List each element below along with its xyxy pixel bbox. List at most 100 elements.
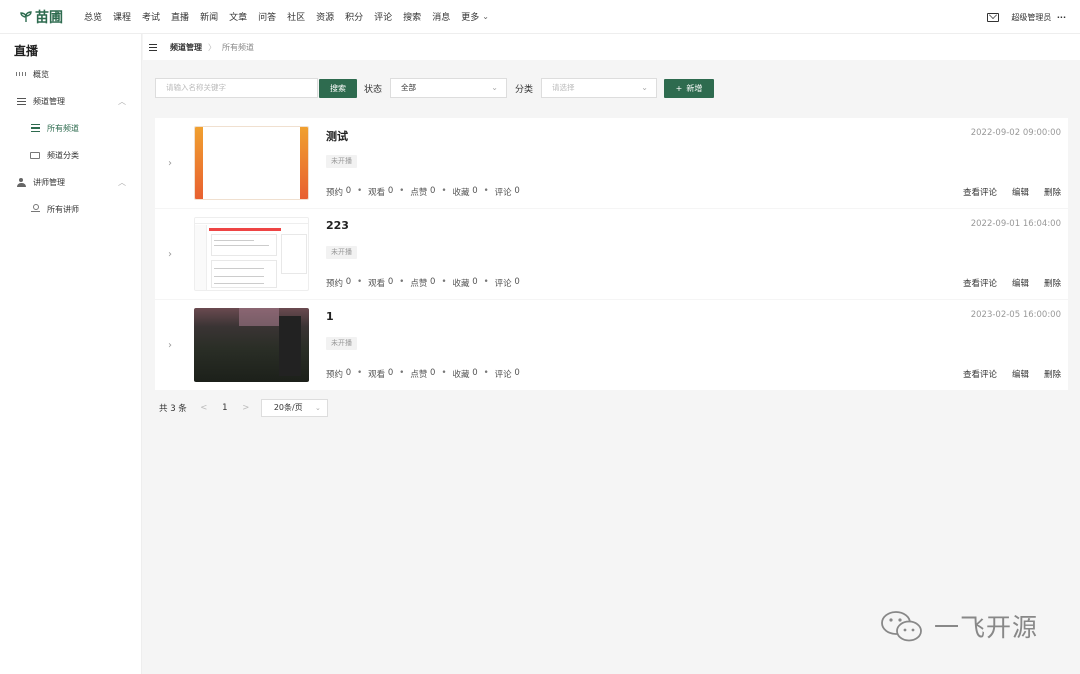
app-logo[interactable]: 苗圃 (20, 7, 80, 27)
favorite-count: 0 (472, 277, 478, 287)
pagination: 共 3 条 < 1 > 20条/页 ⌄ (159, 399, 328, 417)
search-input[interactable]: 请输入名称关键字 (155, 78, 318, 98)
search-button[interactable]: 搜索 (319, 79, 357, 98)
sidebar-item-overview[interactable]: 概览 (16, 66, 130, 82)
channel-cover-image[interactable] (194, 308, 309, 382)
channel-actions: 查看评论 编辑 删除 (948, 368, 1061, 380)
channel-date: 2022-09-02 09:00:00 (970, 128, 1061, 138)
status-value: 全部 (401, 83, 416, 92)
page-size-value: 20条/页 (273, 403, 303, 412)
nav-more-label: 更多 (461, 13, 480, 23)
sidebar-group-channel[interactable]: 频道管理 ︿ (16, 93, 130, 109)
reserve-label: 预约 (326, 370, 344, 380)
pagination-total: 共 3 条 (159, 404, 187, 414)
user-menu[interactable]: 超级管理员 ··· (1011, 12, 1066, 23)
nav-more-menu[interactable]: 更多 ⌄ (461, 10, 489, 23)
sidebar-item-channel-categories[interactable]: 频道分类 (30, 147, 130, 163)
category-label: 分类 (515, 85, 534, 95)
channel-card: › 223 2022-09-01 16:04:00 未开播 预约 0 • 观看 … (155, 209, 1068, 299)
edit-button[interactable]: 编辑 (1012, 368, 1029, 380)
chevron-up-icon: ︿ (118, 96, 126, 106)
delete-button[interactable]: 删除 (1044, 368, 1061, 380)
nav-item-live[interactable]: 直播 (171, 10, 189, 23)
nav-item-search[interactable]: 搜索 (403, 10, 421, 23)
page-size-select[interactable]: 20条/页 ⌄ (260, 399, 328, 417)
sidebar-item-all-lecturers[interactable]: 所有讲师 (30, 201, 130, 217)
channel-date: 2022-09-01 16:04:00 (970, 219, 1061, 229)
chevron-down-icon: ⌄ (491, 83, 498, 92)
like-count: 0 (430, 186, 436, 196)
sidebar-item-all-channels[interactable]: 所有频道 (30, 120, 130, 136)
like-label: 点赞 (410, 188, 428, 198)
wechat-icon (881, 611, 922, 642)
top-navbar: 苗圃 总览 课程 考试 直播 新闻 文章 问答 社区 资源 积分 评论 搜索 消… (0, 0, 1080, 34)
list-icon (16, 96, 26, 106)
mail-icon[interactable] (987, 12, 1000, 22)
favorite-label: 收藏 (452, 279, 470, 289)
nav-item-articles[interactable]: 文章 (229, 10, 247, 23)
nav-item-news[interactable]: 新闻 (200, 10, 218, 23)
delete-button[interactable]: 删除 (1044, 277, 1061, 289)
chevron-right-icon[interactable]: › (168, 340, 172, 351)
view-comments-button[interactable]: 查看评论 (963, 368, 997, 380)
favorite-count: 0 (472, 186, 478, 196)
edit-button[interactable]: 编辑 (1012, 277, 1029, 289)
nav-item-exams[interactable]: 考试 (142, 10, 160, 23)
status-select[interactable]: 全部 ⌄ (390, 78, 507, 98)
channel-stats: 预约 0 • 观看 0 • 点赞 0 • 收藏 0 • 评论 0 (326, 368, 520, 380)
status-badge: 未开播 (326, 155, 357, 168)
nav-item-comments[interactable]: 评论 (374, 10, 392, 23)
favorite-count: 0 (472, 368, 478, 378)
view-count: 0 (387, 277, 394, 287)
like-label: 点赞 (410, 370, 428, 380)
nav-item-overview[interactable]: 总览 (84, 10, 102, 23)
category-select[interactable]: 请选择 ⌄ (541, 78, 657, 98)
reserve-count: 0 (345, 277, 352, 287)
chevron-up-icon: ︿ (118, 177, 126, 187)
comment-label: 评论 (494, 279, 512, 289)
list-icon (30, 123, 40, 133)
channel-card: › 测试 2022-09-02 09:00:00 未开播 预约 0 • 观看 0… (155, 118, 1068, 208)
breadcrumb: 频道管理 〉 所有频道 (143, 34, 1080, 60)
next-page-button[interactable]: > (239, 403, 253, 413)
nav-item-community[interactable]: 社区 (287, 10, 305, 23)
nav-item-resources[interactable]: 资源 (316, 10, 334, 23)
nav-item-messages[interactable]: 消息 (432, 10, 450, 23)
view-comments-button[interactable]: 查看评论 (963, 186, 997, 198)
comment-label: 评论 (494, 188, 512, 198)
status-badge: 未开播 (326, 337, 357, 350)
chevron-down-icon: ⌄ (314, 404, 321, 412)
nav-item-qa[interactable]: 问答 (258, 10, 276, 23)
nav-item-courses[interactable]: 课程 (113, 10, 131, 23)
sidebar-group-lecturer[interactable]: 讲师管理 ︿ (16, 174, 130, 190)
channel-stats: 预约 0 • 观看 0 • 点赞 0 • 收藏 0 • 评论 0 (326, 186, 520, 198)
chevron-down-icon: ⌄ (482, 12, 489, 21)
view-comments-button[interactable]: 查看评论 (963, 277, 997, 289)
channel-title[interactable]: 223 (326, 219, 349, 232)
menu-toggle-icon[interactable] (149, 43, 158, 51)
sidebar-item-label: 所有频道 (47, 123, 79, 133)
comment-count: 0 (514, 368, 520, 378)
channel-cover-image[interactable] (194, 126, 309, 200)
favorite-label: 收藏 (452, 370, 470, 380)
breadcrumb-current: 所有频道 (222, 42, 254, 52)
channel-title[interactable]: 1 (326, 310, 334, 323)
channel-cover-image[interactable] (194, 217, 309, 291)
page-number[interactable]: 1 (211, 403, 239, 413)
comment-label: 评论 (494, 370, 512, 380)
edit-button[interactable]: 编辑 (1012, 186, 1029, 198)
breadcrumb-parent[interactable]: 频道管理 (170, 42, 202, 53)
delete-button[interactable]: 删除 (1044, 186, 1061, 198)
channel-title[interactable]: 测试 (326, 128, 348, 144)
person-icon (16, 177, 26, 187)
chevron-right-icon[interactable]: › (168, 158, 172, 169)
add-button[interactable]: + 新增 (664, 79, 714, 98)
channel-card: › 1 2023-02-05 16:00:00 未开播 预约 0 • 观看 0 … (155, 300, 1068, 390)
chevron-right-icon[interactable]: › (168, 249, 172, 260)
sidebar-item-label: 频道管理 (33, 96, 65, 106)
prev-page-button[interactable]: < (197, 403, 211, 413)
view-label: 观看 (368, 370, 386, 380)
nav-item-points[interactable]: 积分 (345, 10, 363, 23)
reserve-count: 0 (345, 186, 352, 196)
brand-name: 苗圃 (35, 9, 63, 26)
